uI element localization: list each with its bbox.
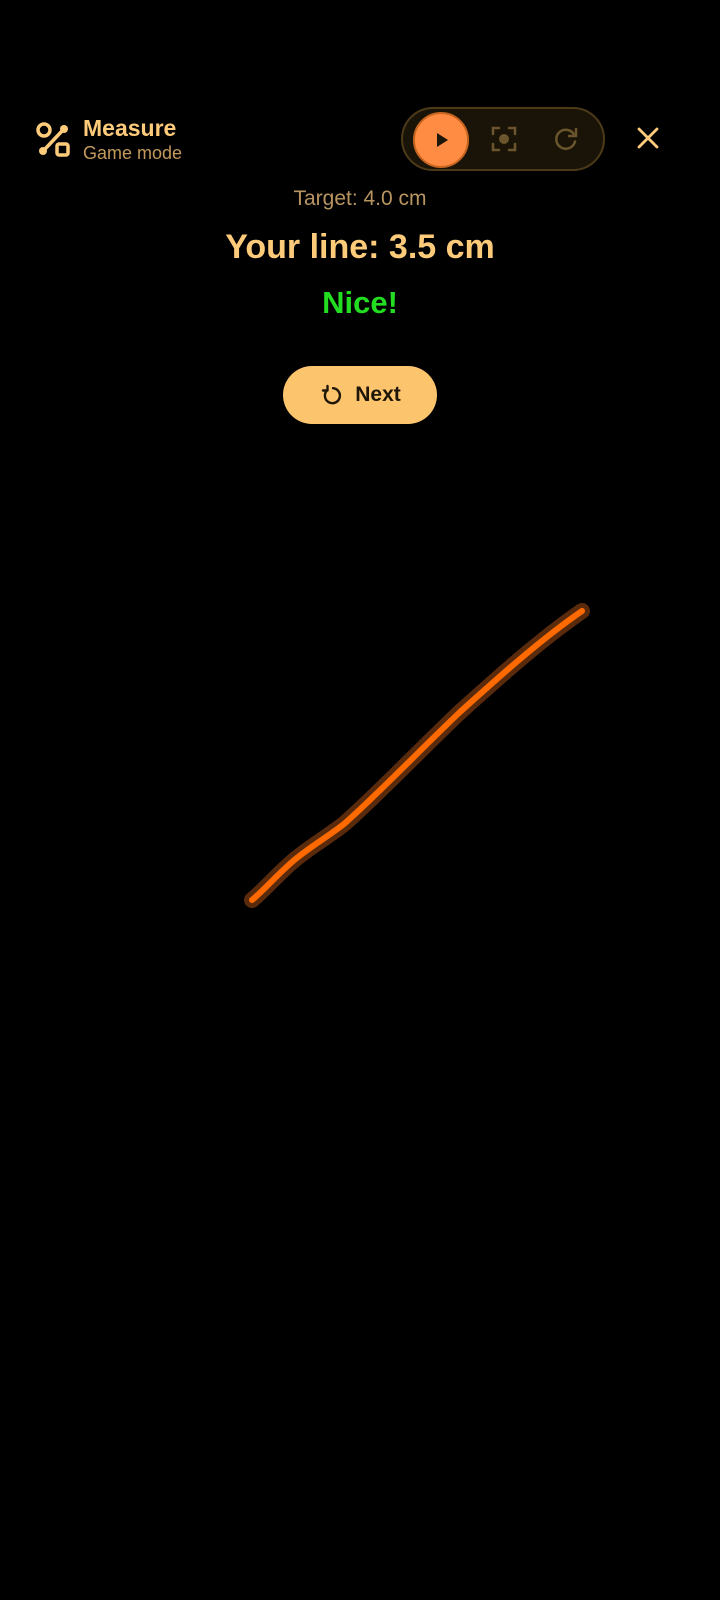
app-title: Measure	[83, 115, 177, 141]
app-subtitle: Game mode	[83, 143, 183, 163]
top-bar: Measure Game mode	[0, 100, 720, 180]
drawing-canvas[interactable]	[0, 440, 720, 1600]
play-button[interactable]	[413, 112, 469, 168]
play-icon	[437, 133, 448, 147]
refresh-icon[interactable]	[552, 125, 580, 153]
next-button[interactable]: Next	[283, 366, 437, 424]
next-button-label: Next	[355, 383, 401, 406]
restart-icon	[322, 384, 342, 405]
title-block: Measure Game mode	[83, 114, 182, 164]
close-icon[interactable]	[632, 122, 664, 154]
measured-length: Your line: 3.5 cm	[225, 228, 495, 266]
focus-icon[interactable]	[490, 125, 518, 153]
target-length: Target: 4.0 cm	[293, 187, 427, 210]
measure-shapes-icon	[36, 122, 70, 157]
feedback-message: Nice!	[322, 285, 398, 320]
control-pill	[401, 107, 605, 171]
